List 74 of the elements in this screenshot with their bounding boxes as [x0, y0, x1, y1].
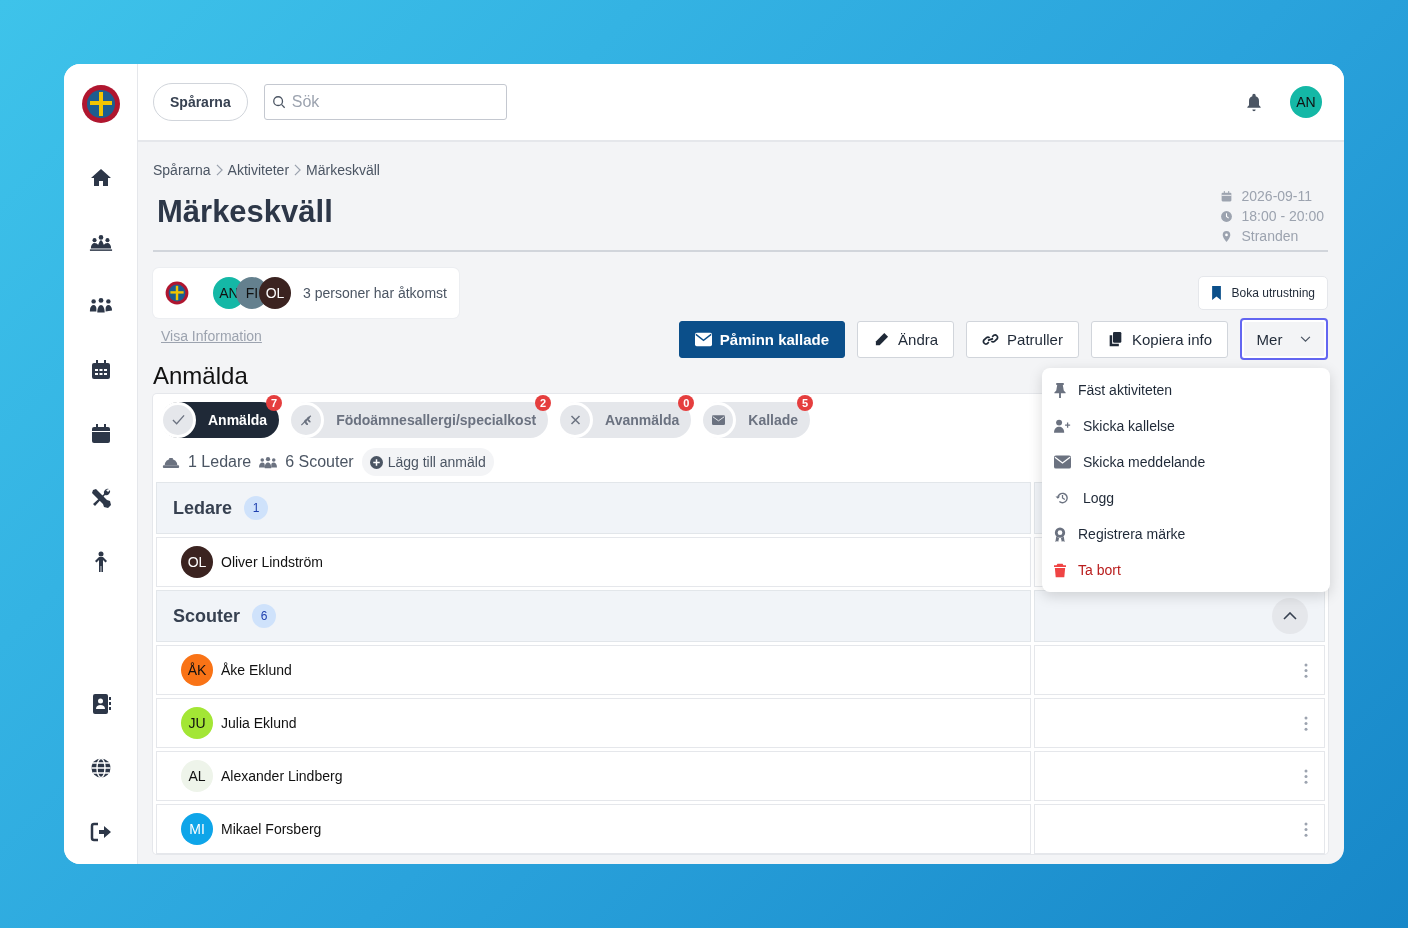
- logo-emblem[interactable]: [80, 84, 121, 124]
- search-field[interactable]: Sök: [263, 84, 507, 120]
- event-date: 2026-09-11: [1241, 188, 1313, 204]
- pencil-icon: [873, 331, 891, 347]
- chevron-right-icon: [215, 164, 223, 176]
- section-title: Anmälda: [153, 362, 248, 390]
- action-button[interactable]: Kopiera info: [1090, 320, 1228, 358]
- hard-hat-icon: [162, 455, 180, 469]
- clock-icon: [1220, 209, 1234, 223]
- logout-icon[interactable]: [88, 820, 113, 844]
- count-text: 1 Ledare: [188, 453, 252, 471]
- bookmark-icon: [1210, 286, 1222, 300]
- count-badge: 5: [797, 395, 814, 411]
- more-dropdown-button[interactable]: Mer: [1240, 318, 1328, 360]
- add-user-icon: [1054, 419, 1071, 433]
- menu-item[interactable]: Skicka meddelande: [1042, 444, 1330, 480]
- breadcrumb-link[interactable]: Aktiviteter: [227, 162, 290, 178]
- member-name: Oliver Lindström: [221, 554, 323, 570]
- collapse-toggle[interactable]: [1272, 598, 1308, 634]
- menu-item[interactable]: Ta bort: [1042, 552, 1330, 588]
- menu-item[interactable]: Logg: [1042, 480, 1330, 516]
- member-avatar: OL: [181, 546, 213, 578]
- link-icon: [982, 331, 1000, 347]
- chevron-down-icon: [1300, 335, 1312, 343]
- count-badge: 2: [535, 395, 552, 411]
- award-icon: [1054, 526, 1066, 542]
- close-icon: [568, 414, 582, 426]
- group-title: Scouter: [173, 605, 241, 627]
- member-avatar: MI: [181, 813, 213, 845]
- member-avatar: AL: [181, 760, 213, 792]
- access-text: 3 personer har åtkomst: [303, 285, 447, 301]
- action-button[interactable]: Patruller: [966, 320, 1079, 358]
- trash-icon: [1054, 562, 1066, 578]
- count-text: 6 Scouter: [285, 453, 354, 471]
- member-name: Julia Eklund: [221, 715, 297, 731]
- breadcrumb-link[interactable]: Märkeskväll: [306, 162, 380, 178]
- breadcrumb-link[interactable]: Spårarna: [153, 162, 211, 178]
- member-name: Mikael Forsberg: [221, 821, 322, 837]
- member-name: Åke Eklund: [221, 662, 292, 678]
- add-registration-button[interactable]: Lägg till anmäld: [361, 448, 494, 476]
- member-name: Alexander Lindberg: [221, 768, 343, 784]
- history-icon: [1054, 491, 1071, 505]
- count-badge: 6: [252, 604, 277, 628]
- member-avatar: JU: [181, 707, 213, 739]
- users-icon: [259, 455, 278, 469]
- envelope-icon: [711, 414, 725, 426]
- member-avatar: ÅK: [181, 654, 213, 686]
- calendar-icon: [1220, 189, 1234, 203]
- count-badge: 1: [244, 496, 269, 520]
- envelope-icon: [694, 331, 712, 347]
- person-avatar: OL: [259, 277, 291, 309]
- book-equipment-button[interactable]: Boka utrustning: [1197, 276, 1328, 310]
- logo-emblem: [165, 281, 189, 305]
- user-avatar[interactable]: AN: [1290, 86, 1322, 118]
- count-badge: 0: [678, 395, 695, 411]
- page-title: Märkeskväll: [157, 194, 334, 230]
- event-time: 18:00 - 20:00: [1241, 208, 1324, 224]
- menu-item[interactable]: Fäst aktiviteten: [1042, 372, 1330, 408]
- menu-item[interactable]: Skicka kallelse: [1042, 408, 1330, 444]
- pin-icon: [1054, 382, 1066, 398]
- bell-icon[interactable]: [1244, 92, 1264, 112]
- count-badge: 7: [266, 395, 283, 411]
- chevron-up-icon: [1283, 612, 1297, 620]
- organization-button[interactable]: Spårarna: [153, 83, 248, 121]
- group-title: Ledare: [173, 497, 233, 519]
- wheat-icon: [299, 414, 313, 426]
- envelope-icon: [1054, 455, 1071, 469]
- action-button[interactable]: Ändra: [857, 320, 955, 358]
- menu-item[interactable]: Registrera märke: [1042, 516, 1330, 552]
- check-icon: [171, 414, 185, 426]
- action-button[interactable]: Påminn kallade: [678, 320, 846, 358]
- event-location: Stranden: [1241, 228, 1299, 244]
- plus-circle-icon: [369, 455, 383, 469]
- chevron-right-icon: [294, 164, 302, 176]
